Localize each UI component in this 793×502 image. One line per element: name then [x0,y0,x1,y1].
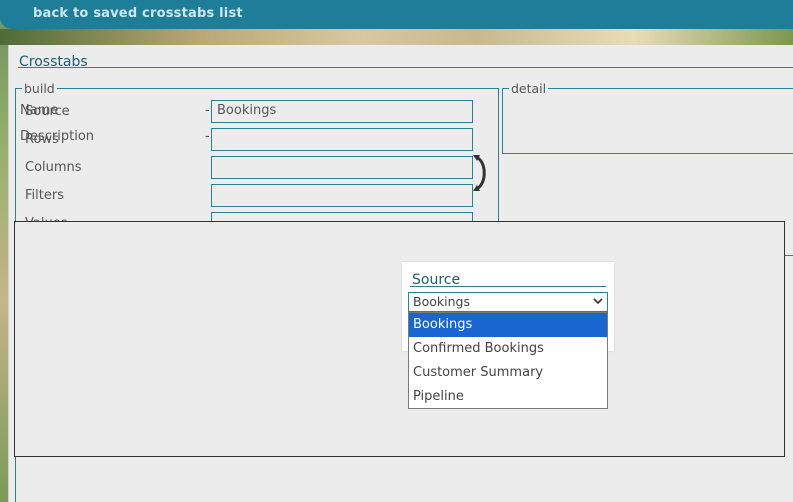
columns-label: Columns [25,160,82,175]
build-legend: build [24,81,55,96]
option-pipeline[interactable]: Pipeline [409,385,607,409]
preview-area [14,221,785,457]
columns-field[interactable] [211,156,473,179]
top-bar: back to saved crosstabs list [0,0,793,29]
source-select[interactable]: Bookings [408,292,608,312]
swap-vertical-arrows-icon[interactable] [471,153,493,193]
option-bookings[interactable]: Bookings [409,313,607,337]
name-value: - [205,103,210,118]
source-dialog-divider [410,286,606,287]
chevron-down-icon [593,298,603,305]
rows-field[interactable] [211,128,473,151]
background-scenery [0,29,793,45]
title-divider [18,67,793,68]
description-value: - [205,129,210,144]
back-to-list-link[interactable]: back to saved crosstabs list [33,6,243,21]
name-label: Name [20,103,59,118]
filters-label: Filters [25,188,64,203]
description-label: Description [20,129,95,144]
source-options-list: Bookings Confirmed Bookings Customer Sum… [408,312,608,409]
option-customer-summary[interactable]: Customer Summary [409,361,607,385]
source-field[interactable]: Bookings [211,100,473,123]
filters-field[interactable] [211,184,473,207]
detail-legend: detail [511,81,547,96]
source-select-value: Bookings [413,294,470,309]
option-confirmed-bookings[interactable]: Confirmed Bookings [409,337,607,361]
detail-fieldset: detail [502,81,793,154]
